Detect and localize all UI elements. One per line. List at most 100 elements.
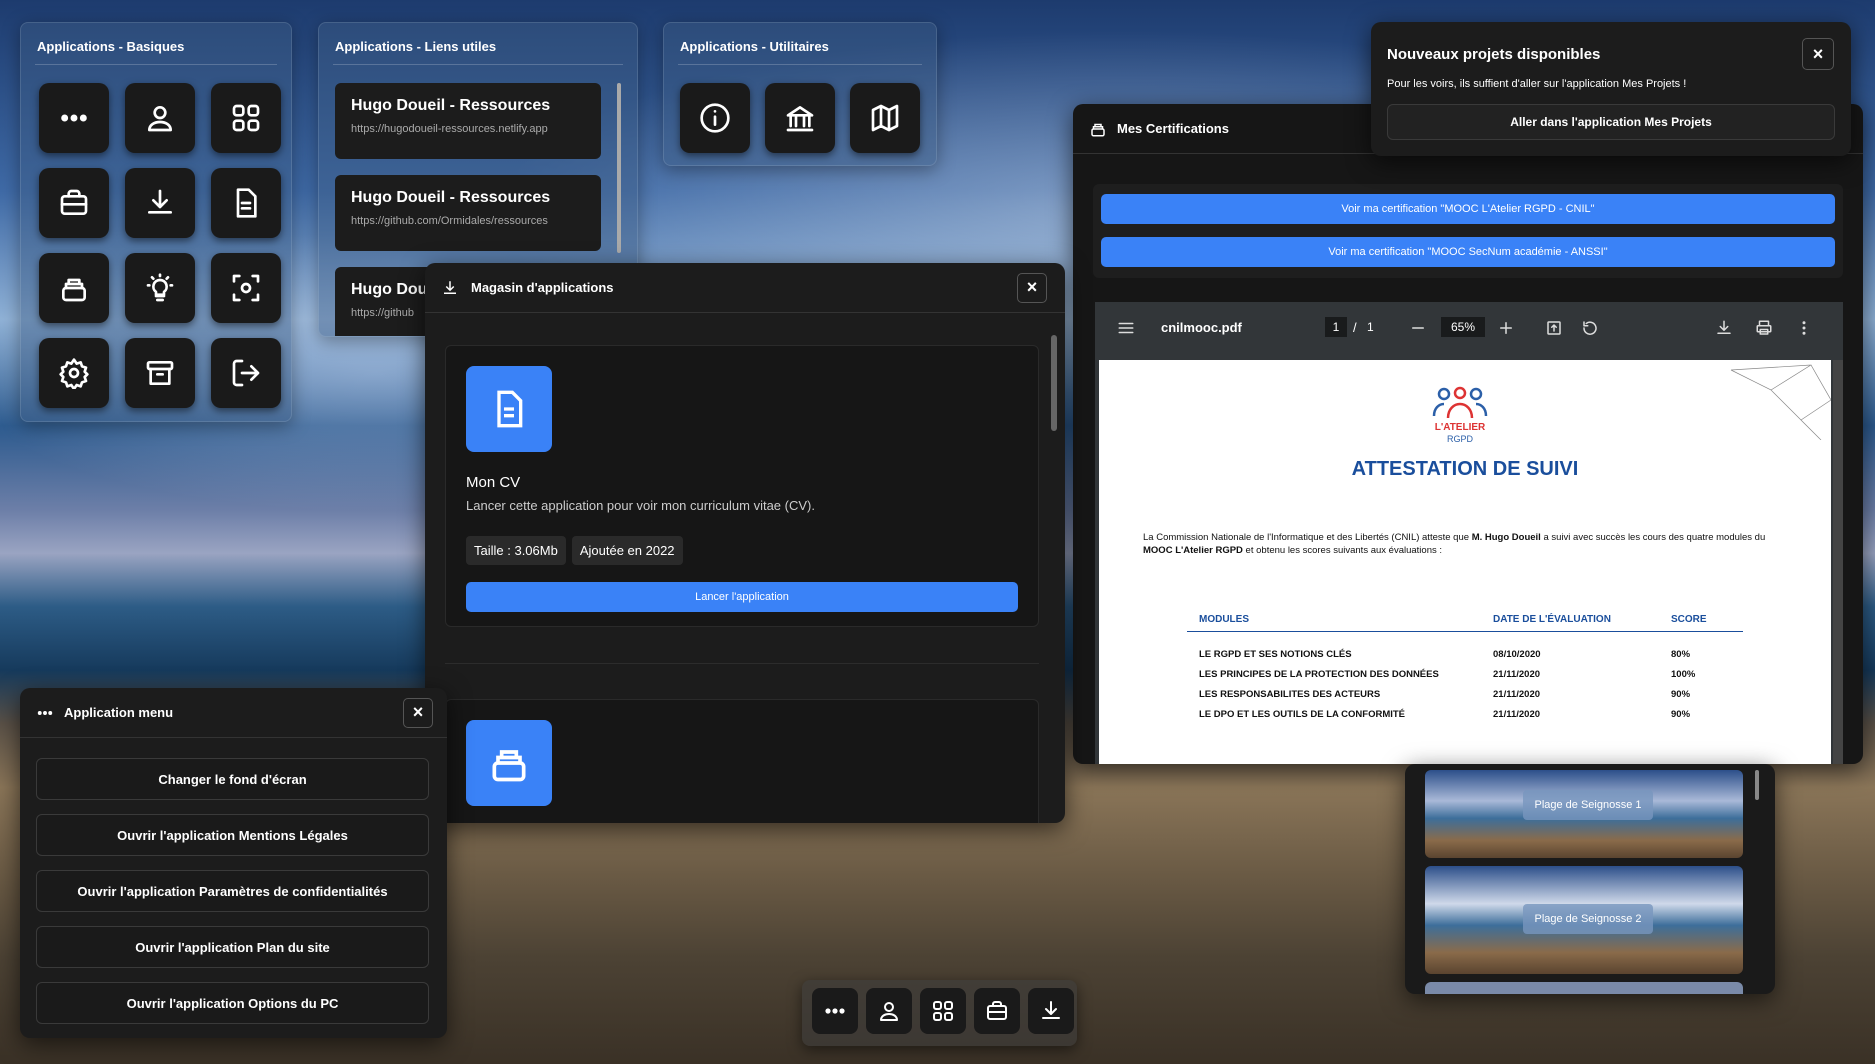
table-row: LE RGPD ET SES NOTIONS CLÉS 08/10/2020 80% bbox=[1187, 644, 1743, 664]
pdf-zoom[interactable]: 65% bbox=[1441, 317, 1485, 337]
launch-app-button[interactable]: Lancer l'application bbox=[466, 582, 1018, 612]
wallpaper-item[interactable]: Plage de Seignosse 2 bbox=[1425, 866, 1743, 974]
pdf-viewer: cnilmooc.pdf 1 / 1 65% L'ATELIER RGPD AT… bbox=[1095, 302, 1843, 764]
store-scrollbar[interactable] bbox=[1051, 335, 1057, 431]
date-cell: 21/11/2020 bbox=[1493, 688, 1541, 700]
briefcase-icon[interactable] bbox=[974, 988, 1020, 1034]
link-url: https://hugodoueil-ressources.netlify.ap… bbox=[351, 123, 548, 135]
download-icon bbox=[441, 279, 459, 297]
pdf-scrollbar[interactable] bbox=[1833, 360, 1843, 764]
pdf-page-input[interactable]: 1 bbox=[1325, 317, 1347, 337]
archive-stack-icon[interactable] bbox=[39, 253, 109, 323]
utils-panel: Applications - Utilitaires bbox=[663, 22, 937, 166]
col-date: DATE DE L'ÉVALUATION bbox=[1493, 614, 1611, 625]
module-cell: LES RESPONSABILITES DES ACTEURS bbox=[1199, 688, 1381, 700]
scores-table: MODULES DATE DE L'ÉVALUATION SCORE LE RG… bbox=[1187, 608, 1743, 724]
app-card: Mon CV Lancer cette application pour voi… bbox=[445, 345, 1039, 627]
sitemap-button[interactable]: Ouvrir l'application Plan du site bbox=[36, 926, 429, 968]
attestation-text: La Commission Nationale de l'Informatiqu… bbox=[1143, 532, 1787, 558]
logout-icon[interactable] bbox=[211, 338, 281, 408]
attestation-p2: a suivi avec succès les cours des quatre… bbox=[1540, 532, 1766, 543]
links-title: Applications - Liens utiles bbox=[333, 23, 623, 65]
zoom-in-icon[interactable] bbox=[1497, 319, 1515, 337]
change-wallpaper-button[interactable]: Changer le fond d'écran bbox=[36, 758, 429, 800]
open-projects-button[interactable]: Aller dans l'application Mes Projets bbox=[1387, 104, 1835, 140]
table-body: LE RGPD ET SES NOTIONS CLÉS 08/10/2020 80%… bbox=[1187, 644, 1743, 724]
wallpaper-item[interactable]: Plage de Seignosse 1 bbox=[1425, 770, 1743, 858]
print-icon[interactable] bbox=[1755, 319, 1773, 337]
cert-anssi-button[interactable]: Voir ma certification "MOOC SecNum acadé… bbox=[1101, 237, 1835, 267]
wallpaper-label: Plage de Seignosse 2 bbox=[1523, 904, 1653, 934]
rotate-icon[interactable] bbox=[1581, 319, 1599, 337]
download-icon[interactable] bbox=[1715, 319, 1733, 337]
score-cell: 80% bbox=[1671, 648, 1691, 660]
app-card bbox=[445, 699, 1039, 823]
link-title: Hugo Doueil - Ressources bbox=[351, 97, 551, 114]
pdf-page: L'ATELIER RGPD ATTESTATION DE SUIVI La C… bbox=[1099, 360, 1831, 764]
download-icon[interactable] bbox=[125, 168, 195, 238]
year-badge: Ajoutée en 2022 bbox=[571, 536, 683, 565]
table-row: LES PRINCIPES DE LA PROTECTION DES DONNÉ… bbox=[1187, 664, 1743, 684]
table-row: LE DPO ET LES OUTILS DE LA CONFORMITÉ 21/… bbox=[1187, 704, 1743, 724]
grid-icon[interactable] bbox=[211, 83, 281, 153]
legal-mentions-button[interactable]: Ouvrir l'application Mentions Légales bbox=[36, 814, 429, 856]
links-scrollbar[interactable] bbox=[617, 83, 621, 253]
menu-dots-icon[interactable] bbox=[812, 988, 858, 1034]
privacy-settings-button[interactable]: Ouvrir l'application Paramètres de confi… bbox=[36, 870, 429, 912]
app-tags: Taille : 3.06Mb Ajoutée en 2022 bbox=[466, 536, 689, 565]
close-icon[interactable]: × bbox=[403, 697, 433, 728]
dock bbox=[802, 980, 1077, 1046]
document-icon[interactable] bbox=[211, 168, 281, 238]
rgpd-logo-icon bbox=[1432, 386, 1488, 419]
link-item[interactable]: Hugo Doueil - Ressources https://github.… bbox=[335, 175, 601, 251]
module-cell: LES PRINCIPES DE LA PROTECTION DES DONNÉ… bbox=[1199, 668, 1439, 680]
wallpaper-item-partial[interactable] bbox=[1425, 982, 1743, 994]
close-icon[interactable]: × bbox=[1017, 272, 1047, 303]
date-cell: 21/11/2020 bbox=[1493, 668, 1541, 680]
lightbulb-icon[interactable] bbox=[125, 253, 195, 323]
grid-icon[interactable] bbox=[920, 988, 966, 1034]
cert-cnil-button[interactable]: Voir ma certification "MOOC L'Atelier RG… bbox=[1101, 194, 1835, 224]
table-header: MODULES DATE DE L'ÉVALUATION SCORE bbox=[1187, 608, 1743, 632]
logo-text-1: L'ATELIER bbox=[1434, 422, 1486, 433]
score-cell: 100% bbox=[1671, 668, 1696, 680]
gear-icon[interactable] bbox=[39, 338, 109, 408]
link-item[interactable]: Hugo Doueil - Ressources https://hugodou… bbox=[335, 83, 601, 159]
menu-title: Application menu bbox=[64, 705, 174, 720]
archive-stack-icon bbox=[1089, 120, 1107, 138]
pdf-page-count: 1 bbox=[1367, 320, 1374, 334]
bank-icon[interactable] bbox=[765, 83, 835, 153]
link-title: Hugo Doueil - Ressources bbox=[351, 189, 551, 206]
briefcase-icon[interactable] bbox=[39, 168, 109, 238]
attestation-p1: La Commission Nationale de l'Informatiqu… bbox=[1143, 532, 1472, 543]
info-icon[interactable] bbox=[680, 83, 750, 153]
close-icon[interactable]: × bbox=[1802, 38, 1834, 70]
col-modules: MODULES bbox=[1199, 614, 1249, 625]
app-name: Mon CV bbox=[466, 474, 521, 491]
hamburger-icon[interactable] bbox=[1117, 319, 1135, 337]
more-vertical-icon[interactable] bbox=[1795, 319, 1813, 337]
wallpaper-label: Plage de Seignosse 1 bbox=[1523, 790, 1653, 820]
map-icon[interactable] bbox=[850, 83, 920, 153]
wallpaper-scrollbar[interactable] bbox=[1755, 770, 1759, 800]
score-cell: 90% bbox=[1671, 708, 1691, 720]
pdf-page-sep: / bbox=[1353, 320, 1357, 335]
attestation-mooc: MOOC L'Atelier RGPD bbox=[1143, 544, 1243, 556]
archive-box-icon[interactable] bbox=[125, 338, 195, 408]
module-cell: LE DPO ET LES OUTILS DE LA CONFORMITÉ bbox=[1199, 708, 1406, 720]
app-store-window: Magasin d'applications × Mon CV Lancer c… bbox=[425, 263, 1065, 823]
size-badge: Taille : 3.06Mb bbox=[466, 536, 566, 565]
certifications-window: Mes Certifications Voir ma certification… bbox=[1073, 104, 1863, 764]
scan-icon[interactable] bbox=[211, 253, 281, 323]
menu-dots-icon bbox=[36, 704, 54, 722]
user-icon[interactable] bbox=[866, 988, 912, 1034]
menu-dots-icon[interactable] bbox=[39, 83, 109, 153]
download-icon[interactable] bbox=[1028, 988, 1074, 1034]
fit-page-icon[interactable] bbox=[1545, 319, 1563, 337]
date-cell: 08/10/2020 bbox=[1493, 648, 1541, 660]
archive-stack-icon bbox=[466, 720, 552, 806]
app-menu-window: Application menu × Changer le fond d'écr… bbox=[20, 688, 447, 1038]
user-icon[interactable] bbox=[125, 83, 195, 153]
zoom-out-icon[interactable] bbox=[1409, 319, 1427, 337]
pc-options-button[interactable]: Ouvrir l'application Options du PC bbox=[36, 982, 429, 1024]
